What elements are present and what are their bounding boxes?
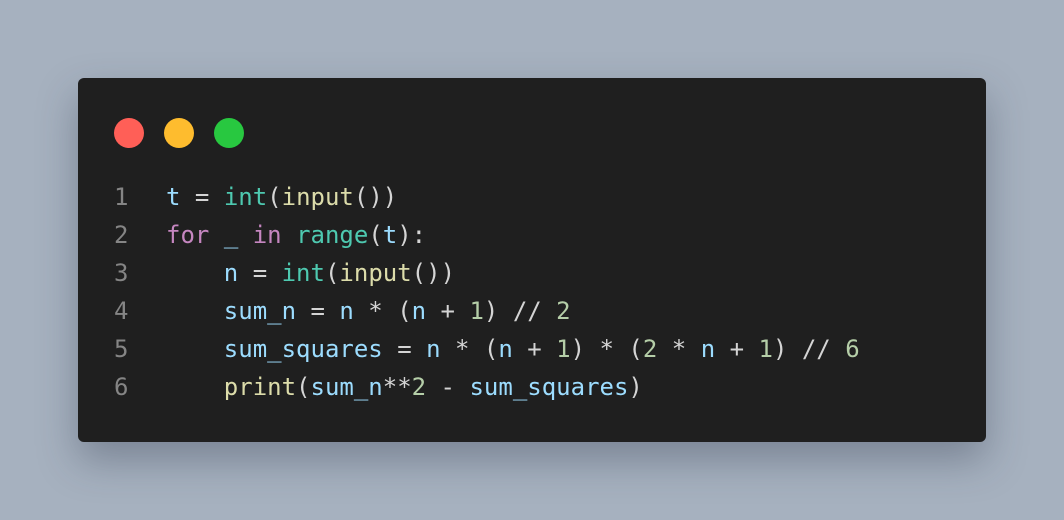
- code-text: n = int(input()): [166, 254, 455, 292]
- code-text: sum_squares = n * (n + 1) * (2 * n + 1) …: [166, 330, 860, 368]
- code-token: (: [324, 259, 340, 287]
- code-token: input: [281, 183, 354, 211]
- code-token: ()): [411, 259, 456, 287]
- line-number: 2: [114, 221, 129, 249]
- code-token: =: [382, 335, 427, 363]
- code-token: (: [296, 373, 311, 401]
- code-token: * (: [353, 297, 412, 325]
- code-token: (: [368, 221, 383, 249]
- code-token: int: [223, 183, 268, 211]
- code-token: ): [628, 373, 643, 401]
- code-token: n: [426, 335, 441, 363]
- code-token: sum_n: [223, 297, 297, 325]
- code-token: 6: [845, 335, 860, 363]
- code-token: n: [223, 259, 239, 287]
- code-token: +: [512, 335, 557, 363]
- code-token: ) * (: [570, 335, 643, 363]
- code-token: input: [339, 259, 412, 287]
- code-token: 2: [411, 373, 427, 401]
- code-token: =: [180, 183, 224, 211]
- line-number: 5: [114, 335, 129, 363]
- code-text: t = int(input()): [166, 178, 397, 216]
- code-token: sum_squares: [223, 335, 383, 363]
- line-number: 6: [114, 373, 129, 401]
- code-token: t: [382, 221, 398, 249]
- code-token: 1: [556, 335, 571, 363]
- code-token: int: [281, 259, 325, 287]
- code-token: +: [715, 335, 759, 363]
- code-token: 2: [556, 297, 571, 325]
- code-window: 1t = int(input()) 2 for _ in range(t): 3 n …: [78, 78, 986, 442]
- code-token: *: [657, 335, 701, 363]
- minimize-dot-icon[interactable]: [164, 118, 194, 148]
- code-text: print(sum_n**2 - sum_squares): [166, 368, 643, 406]
- code-text: sum_n = n * (n + 1) // 2: [166, 292, 571, 330]
- code-token: sum_n: [310, 373, 383, 401]
- line-number: 4: [114, 297, 129, 325]
- code-token: =: [238, 259, 282, 287]
- line-number: 3: [114, 259, 129, 287]
- code-token: 1: [758, 335, 773, 363]
- code-text: for _ in range(t):: [166, 216, 426, 254]
- maximize-dot-icon[interactable]: [214, 118, 244, 148]
- code-token: n: [498, 335, 513, 363]
- code-token: =: [296, 297, 340, 325]
- code-token: for: [166, 221, 210, 249]
- code-token: t: [166, 183, 181, 211]
- code-token: range: [296, 221, 369, 249]
- code-token: 1: [469, 297, 484, 325]
- code-token: n: [411, 297, 427, 325]
- code-token: print: [223, 373, 297, 401]
- code-token: (: [267, 183, 282, 211]
- code-token: ) //: [483, 297, 557, 325]
- close-dot-icon[interactable]: [114, 118, 144, 148]
- code-token: * (: [440, 335, 499, 363]
- code-token: **: [382, 373, 412, 401]
- code-token: 2: [642, 335, 658, 363]
- code-token: +: [426, 297, 470, 325]
- code-token: n: [700, 335, 716, 363]
- code-token: sum_squares: [469, 373, 629, 401]
- code-token: ()): [353, 183, 398, 211]
- code-token: in: [252, 221, 282, 249]
- code-token: n: [339, 297, 354, 325]
- code-token: ) //: [772, 335, 846, 363]
- code-token: -: [426, 373, 470, 401]
- line-number: 1: [114, 183, 129, 211]
- code-token: ):: [397, 221, 427, 249]
- code-token: _: [223, 221, 239, 249]
